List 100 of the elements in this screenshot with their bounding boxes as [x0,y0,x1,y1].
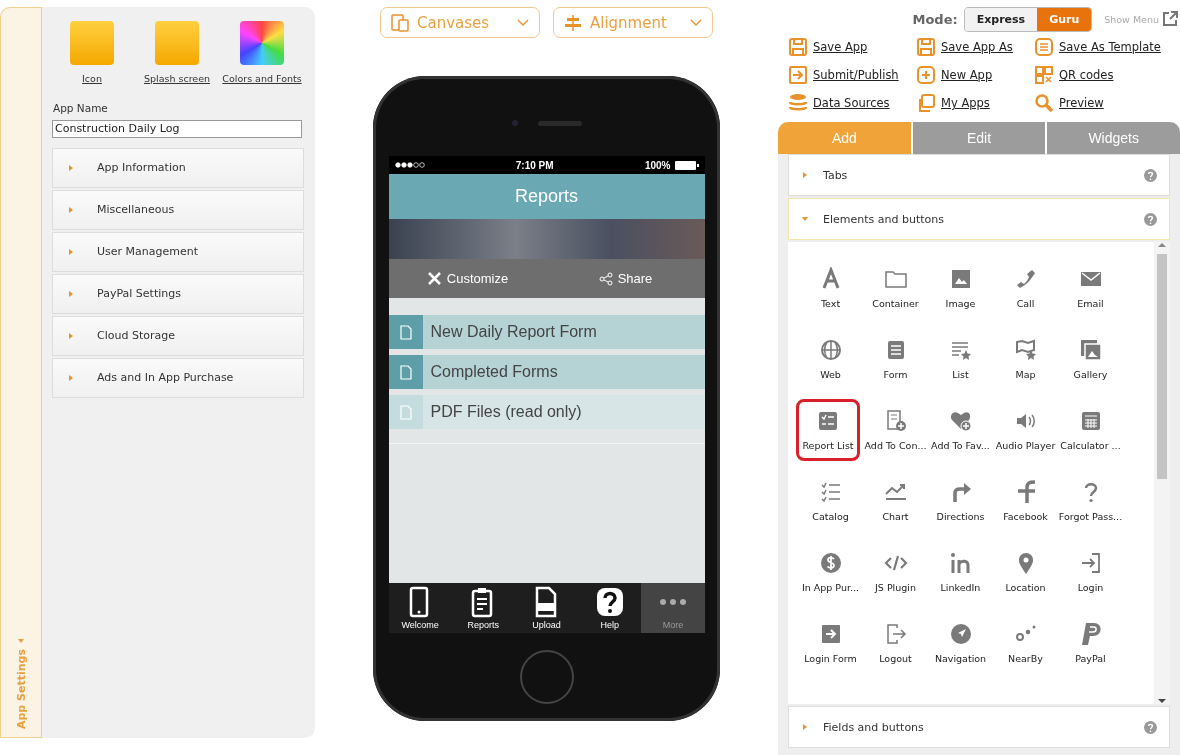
section-title: Miscellaneous [97,203,175,216]
toolbar-link[interactable]: Submit/Publish [788,65,916,85]
element-tile[interactable]: Calculator ... [1058,399,1123,461]
tab-bar-item[interactable]: Welcome [388,583,452,633]
chevron-down-icon [690,18,702,27]
mode-label: Mode: [912,11,958,27]
app-name-field[interactable]: Construction Daily Log [52,119,302,138]
field-label: App Name [53,102,109,114]
element-tile[interactable]: Chart [863,470,928,532]
list-item[interactable]: New Daily Report Form [388,315,705,349]
element-tile[interactable]: Logout [863,612,928,674]
toolbar-link[interactable]: Save App As [916,37,1034,57]
element-tile[interactable]: LinkedIn [928,541,993,603]
asset-link[interactable]: Splash screen [143,73,211,84]
element-tile[interactable]: Container [863,257,928,319]
mode-option[interactable]: Express [964,7,1038,31]
element-tile[interactable]: List [928,328,993,390]
camera-icon [511,120,518,126]
section-title: Ads and In App Purchase [97,371,234,384]
caret-down-icon [17,637,25,645]
arrow-box-icon [788,65,808,85]
battery-icon [674,160,699,170]
heart-plus-icon [948,409,973,433]
element-tile[interactable]: Report List [796,399,860,461]
element-tile[interactable]: PayPal [1058,612,1123,674]
accordion-header[interactable]: Tabs [788,154,1170,196]
caret-right-icon [67,163,75,172]
element-tile[interactable]: In App Pur... [798,541,863,603]
tab-bar-item[interactable]: Reports [451,583,515,633]
scrollbar[interactable] [1154,242,1170,704]
element-tile[interactable]: Web [798,328,863,390]
accordion-header[interactable]: User Management [52,231,304,272]
toolbar-link[interactable]: My Apps [916,93,1034,113]
color-palette-thumbnail[interactable] [240,21,284,65]
element-tile[interactable]: Login [1058,541,1123,603]
toolbar-link[interactable]: QR codes [1034,65,1180,85]
element-tile[interactable]: Login Form [798,612,863,674]
section-title: App Information [97,161,186,174]
list-icon [1034,37,1054,57]
element-tile[interactable]: Form [863,328,928,390]
element-tile[interactable]: Add To Fav... [928,399,993,461]
accordion-header[interactable]: Fields and buttons [788,706,1170,748]
tab-bar-item[interactable]: Upload [514,583,579,633]
tab-bar-item[interactable]: Help [578,583,642,633]
signal-dots-icon [394,162,425,168]
search-icon [1034,93,1054,113]
accordion-header[interactable]: Miscellaneous [52,189,304,230]
status-time: 7:10 PM [515,159,554,171]
scroll-up-icon[interactable] [1158,242,1166,248]
element-tile[interactable]: Directions [928,470,993,532]
element-tile[interactable]: Facebook [993,470,1058,532]
element-tile[interactable]: Forgot Pass... [1058,470,1123,532]
scroll-down-icon[interactable] [1158,698,1166,704]
toolbar-link[interactable]: Data Sources [788,93,916,113]
accordion-header[interactable]: Ads and In App Purchase [52,357,304,398]
accordion-header[interactable]: Elements and buttons [788,198,1170,240]
element-tile[interactable]: Gallery [1058,328,1123,390]
plus-box-icon [916,65,936,85]
element-tile[interactable]: Map [993,328,1058,390]
toolbar-link[interactable]: Preview [1034,93,1180,113]
list-item[interactable]: Completed Forms [388,355,705,389]
accordion-header[interactable]: PayPal Settings [52,273,304,314]
copies-icon [916,93,936,113]
accordion-header[interactable]: App Information [52,147,304,188]
element-tile[interactable]: Add To Con... [863,399,928,461]
tab-bar-item[interactable]: More [641,583,705,633]
chevron-down-icon [517,18,529,27]
external-link-icon[interactable] [1162,11,1178,27]
toolbar-link[interactable]: Save As Template [1034,37,1180,57]
asset-link[interactable]: Colors and Fonts [222,73,302,84]
screen-title: Reports [388,174,705,219]
element-tile[interactable]: NearBy [993,612,1058,674]
splash-thumbnail[interactable] [155,21,199,65]
list-item[interactable]: PDF Files (read only) [388,395,705,429]
element-tile[interactable]: JS Plugin [863,541,928,603]
action-button[interactable]: Customize [388,259,547,298]
section-title: Cloud Storage [97,329,175,342]
asset-link[interactable]: Icon [82,73,102,84]
home-button[interactable] [519,650,574,704]
toolbar-link[interactable]: Save App [788,37,916,57]
file-icon [399,404,412,420]
element-tile[interactable]: Location [993,541,1058,603]
element-tile[interactable]: Call [993,257,1058,319]
accordion-header[interactable]: Cloud Storage [52,315,304,356]
file-icon [399,324,412,340]
caret-right-icon [67,289,75,298]
help-icon[interactable] [1144,168,1157,182]
element-tile[interactable]: Text [798,257,863,319]
element-tile[interactable]: Email [1058,257,1123,319]
element-tile[interactable]: Navigation [928,612,993,674]
help-icon[interactable] [1144,212,1157,226]
gallery-icon [1078,338,1103,362]
element-tile[interactable]: Audio Player [993,399,1058,461]
battery-percent: 100% [644,159,671,171]
element-tile[interactable]: Image [928,257,993,319]
toolbar-link[interactable]: New App [916,65,1034,85]
element-tile[interactable]: Catalog [798,470,863,532]
action-button[interactable]: Share [546,259,705,298]
help-icon[interactable] [1144,720,1157,734]
app-icon-thumbnail[interactable] [70,21,114,65]
